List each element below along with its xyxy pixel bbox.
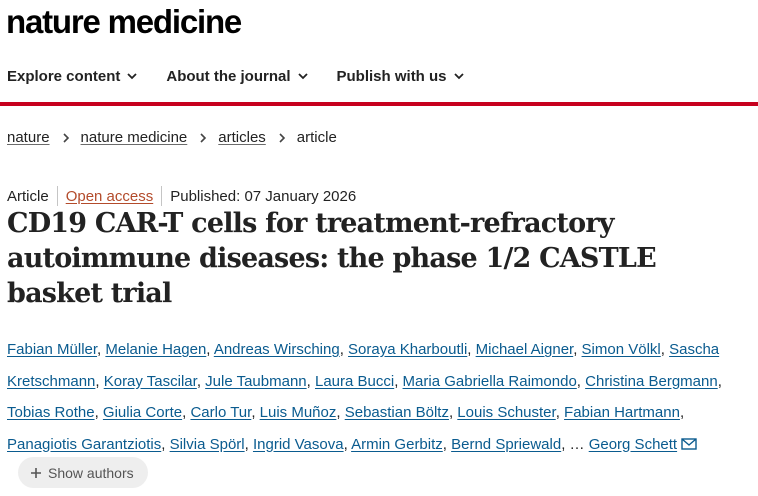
- author-link[interactable]: Bernd Spriewald: [451, 436, 561, 453]
- author-link[interactable]: Michael Aigner: [476, 341, 574, 358]
- author-link[interactable]: Jule Taubmann: [205, 373, 306, 390]
- author-link[interactable]: Sebastian Böltz: [345, 404, 449, 421]
- breadcrumb-articles[interactable]: articles: [218, 129, 266, 146]
- show-authors-button[interactable]: Show authors: [18, 457, 148, 488]
- author-link[interactable]: Fabian Hartmann: [564, 404, 680, 421]
- published-date: Published: 07 January 2026: [170, 187, 357, 205]
- mail-icon[interactable]: [681, 437, 697, 450]
- corresponding-author-link[interactable]: Georg Schett: [589, 436, 677, 453]
- author-link[interactable]: Maria Gabriella Raimondo: [403, 373, 577, 390]
- author-link[interactable]: Panagiotis Garantziotis: [7, 436, 161, 453]
- chevron-down-icon: [127, 71, 137, 81]
- nav-label: Publish with us: [336, 67, 447, 85]
- author-link[interactable]: Soraya Kharboutli: [348, 341, 467, 358]
- breadcrumb-nature-medicine[interactable]: nature medicine: [81, 129, 188, 146]
- article-meta: Article Open access Published: 07 Januar…: [7, 186, 356, 206]
- nav-publish-with-us[interactable]: Publish with us: [337, 68, 464, 85]
- meta-divider: [161, 186, 163, 206]
- breadcrumb: nature nature medicine articles article: [7, 129, 337, 146]
- meta-divider: [56, 186, 58, 206]
- nav-label: About the journal: [166, 67, 291, 85]
- author-link[interactable]: Armin Gerbitz: [351, 436, 443, 453]
- article-page: nature medicine Explore content About th…: [0, 0, 758, 496]
- header-divider: [0, 102, 758, 106]
- chevron-right-icon: [62, 132, 70, 143]
- author-link[interactable]: Melanie Hagen: [105, 341, 206, 358]
- author-link[interactable]: Laura Bucci: [315, 373, 394, 390]
- author-link[interactable]: Simon Völkl: [582, 341, 661, 358]
- author-link[interactable]: Tobias Rothe: [7, 404, 95, 421]
- plus-icon: [30, 467, 42, 479]
- author-ellipsis: …: [569, 435, 585, 453]
- author-link[interactable]: Luis Muñoz: [260, 404, 337, 421]
- chevron-right-icon: [199, 132, 207, 143]
- show-authors-label: Show authors: [48, 464, 134, 481]
- author-link[interactable]: Fabian Müller: [7, 341, 97, 358]
- nav-label: Explore content: [7, 67, 121, 85]
- breadcrumb-nature[interactable]: nature: [7, 129, 50, 146]
- article-title: CD19 CAR-T cells for treatment-refractor…: [7, 208, 657, 309]
- breadcrumb-current: article: [296, 129, 337, 146]
- chevron-down-icon: [297, 71, 308, 81]
- author-link[interactable]: Silvia Spörl: [170, 436, 245, 453]
- main-nav: Explore content About the journal Publis…: [0, 58, 758, 94]
- nav-about-journal[interactable]: About the journal: [166, 67, 308, 85]
- nav-explore-content[interactable]: Explore content: [7, 68, 137, 85]
- author-link[interactable]: Carlo Tur: [190, 404, 251, 421]
- author-link[interactable]: Christina Bergmann: [585, 373, 718, 390]
- chevron-right-icon: [278, 132, 286, 143]
- journal-logo[interactable]: nature medicine: [6, 4, 242, 40]
- author-link[interactable]: Giulia Corte: [103, 404, 182, 421]
- article-type: Article: [7, 187, 49, 205]
- author-link[interactable]: Louis Schuster: [457, 404, 555, 421]
- chevron-down-icon: [453, 71, 464, 81]
- author-link[interactable]: Koray Tascilar: [104, 373, 197, 390]
- author-list: Fabian Müller, Melanie Hagen, Andreas Wi…: [7, 341, 722, 453]
- open-access-link[interactable]: Open access: [66, 188, 154, 205]
- author-link[interactable]: Andreas Wirsching: [214, 341, 340, 358]
- author-link[interactable]: Ingrid Vasova: [253, 436, 344, 453]
